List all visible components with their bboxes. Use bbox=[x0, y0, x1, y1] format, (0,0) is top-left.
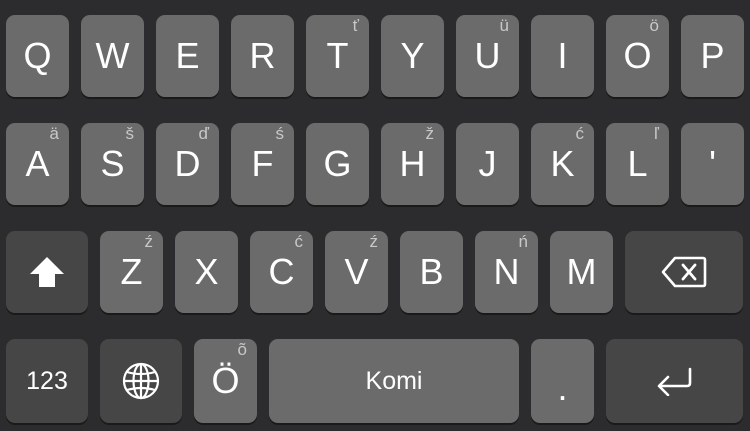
space-key-label: Komi bbox=[365, 366, 423, 395]
key-u[interactable]: üU bbox=[456, 15, 519, 97]
key-w[interactable]: W bbox=[81, 15, 144, 97]
key-f[interactable]: śF bbox=[231, 123, 294, 205]
space-key[interactable]: Komi bbox=[269, 339, 519, 423]
numbers-key[interactable]: 123 bbox=[6, 339, 88, 423]
key-label: I bbox=[557, 35, 568, 76]
key-g[interactable]: G bbox=[306, 123, 369, 205]
key-label: B bbox=[419, 251, 444, 292]
backspace-icon bbox=[625, 231, 743, 313]
key-s[interactable]: šS bbox=[81, 123, 144, 205]
key-label: S bbox=[100, 143, 125, 184]
key-t[interactable]: ťT bbox=[306, 15, 369, 97]
key-label: O bbox=[623, 35, 652, 76]
key-d[interactable]: ďD bbox=[156, 123, 219, 205]
key-r[interactable]: R bbox=[231, 15, 294, 97]
key-l[interactable]: ľL bbox=[606, 123, 669, 205]
key-label: Q bbox=[23, 35, 52, 76]
key-label: ' bbox=[709, 143, 716, 184]
key-label: J bbox=[478, 143, 497, 184]
globe-key[interactable] bbox=[100, 339, 182, 423]
key-b[interactable]: B bbox=[400, 231, 463, 313]
key-o-umlaut[interactable]: õ Ö bbox=[194, 339, 257, 423]
key-x[interactable]: X bbox=[175, 231, 238, 313]
key-o-umlaut-label: Ö bbox=[211, 360, 240, 401]
key-apostrophe[interactable]: ' bbox=[681, 123, 744, 205]
key-label: U bbox=[474, 35, 501, 76]
key-h[interactable]: žH bbox=[381, 123, 444, 205]
keyboard: 123 õ Ö Komi . Q W E R ť T Y ü U I ö O P… bbox=[0, 0, 750, 431]
key-z[interactable]: źZ bbox=[100, 231, 163, 313]
key-q[interactable]: Q bbox=[6, 15, 69, 97]
key-label: F bbox=[251, 143, 274, 184]
key-label: H bbox=[399, 143, 426, 184]
shift-icon bbox=[6, 231, 88, 313]
key-label: G bbox=[323, 143, 352, 184]
key-a[interactable]: äA bbox=[6, 123, 69, 205]
key-label: D bbox=[174, 143, 201, 184]
key-j[interactable]: J bbox=[456, 123, 519, 205]
key-y[interactable]: Y bbox=[381, 15, 444, 97]
key-label: P bbox=[700, 35, 725, 76]
period-key-label: . bbox=[557, 367, 568, 408]
key-label: L bbox=[627, 143, 648, 184]
period-key[interactable]: . bbox=[531, 339, 594, 423]
key-label: C bbox=[268, 251, 295, 292]
key-p[interactable]: P bbox=[681, 15, 744, 97]
key-label: V bbox=[344, 251, 369, 292]
key-v[interactable]: źV bbox=[325, 231, 388, 313]
key-m[interactable]: M bbox=[550, 231, 613, 313]
key-label: X bbox=[194, 251, 219, 292]
backspace-key[interactable] bbox=[625, 231, 743, 313]
key-label: Z bbox=[120, 251, 143, 292]
return-key[interactable] bbox=[606, 339, 743, 423]
key-e[interactable]: E bbox=[156, 15, 219, 97]
key-label: R bbox=[249, 35, 276, 76]
key-label: M bbox=[566, 251, 597, 292]
key-label: N bbox=[493, 251, 520, 292]
key-k[interactable]: ćK bbox=[531, 123, 594, 205]
shift-key[interactable] bbox=[6, 231, 88, 313]
key-i[interactable]: I bbox=[531, 15, 594, 97]
globe-icon bbox=[100, 339, 182, 423]
numbers-key-label: 123 bbox=[26, 366, 68, 395]
key-label: T bbox=[326, 35, 349, 76]
key-n[interactable]: ńN bbox=[475, 231, 538, 313]
key-label: A bbox=[25, 143, 50, 184]
key-label: K bbox=[550, 143, 575, 184]
key-label: W bbox=[95, 35, 130, 76]
key-c[interactable]: ćC bbox=[250, 231, 313, 313]
key-label: Y bbox=[400, 35, 425, 76]
key-label: E bbox=[175, 35, 200, 76]
return-icon bbox=[606, 339, 743, 423]
key-o[interactable]: öO bbox=[606, 15, 669, 97]
